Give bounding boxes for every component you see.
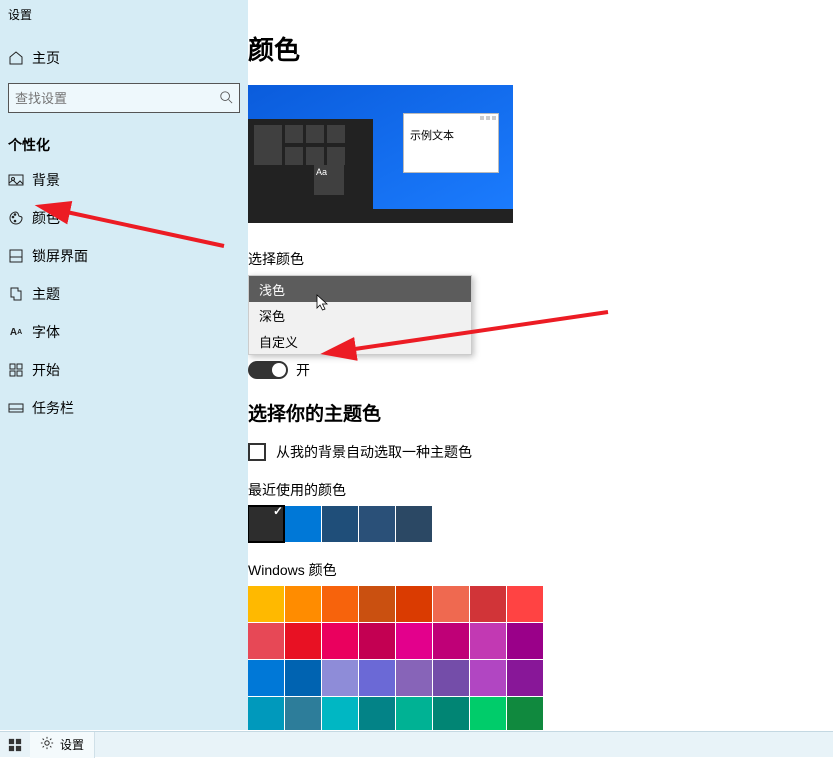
toggle-switch[interactable] <box>248 361 288 379</box>
palette-color-swatch[interactable] <box>248 697 284 730</box>
choose-color-label: 选择颜色 <box>248 249 833 269</box>
palette-color-swatch[interactable] <box>507 623 543 659</box>
palette-color-swatch[interactable] <box>359 660 395 696</box>
main-content: 颜色 示例文本 Aa 选择颜色 开 浅色 深色 自定义 <box>248 0 833 730</box>
palette-icon <box>8 210 24 226</box>
palette-color-swatch[interactable] <box>248 586 284 622</box>
palette-color-swatch[interactable] <box>285 623 321 659</box>
sidebar-item-label: 锁屏界面 <box>32 246 88 266</box>
palette-color-swatch[interactable] <box>396 697 432 730</box>
os-taskbar[interactable]: 设置 <box>0 731 833 757</box>
palette-color-swatch[interactable] <box>285 660 321 696</box>
picture-icon <box>8 172 24 188</box>
sidebar-item-label: 颜色 <box>32 208 60 228</box>
palette-color-swatch[interactable] <box>433 660 469 696</box>
sidebar-item-colors[interactable]: 颜色 <box>0 199 248 237</box>
dropdown-opt-dark[interactable]: 深色 <box>249 302 471 328</box>
preview-aa-tile: Aa <box>314 165 344 195</box>
palette-color-swatch[interactable] <box>248 623 284 659</box>
palette-color-swatch[interactable] <box>470 586 506 622</box>
palette-color-swatch[interactable] <box>285 586 321 622</box>
palette-color-swatch[interactable] <box>248 660 284 696</box>
settings-window: 设置 主页 个性化 背景 颜色 <box>0 0 833 730</box>
recent-colors-label: 最近使用的颜色 <box>248 480 833 500</box>
search-icon <box>219 90 233 107</box>
recent-color-swatch[interactable] <box>359 506 395 542</box>
preview-window: 示例文本 <box>403 113 499 173</box>
start-icon <box>8 362 24 378</box>
palette-color-swatch[interactable] <box>433 623 469 659</box>
recent-color-swatch[interactable] <box>248 506 284 542</box>
gear-icon <box>40 736 54 753</box>
palette-color-swatch[interactable] <box>322 623 358 659</box>
palette-color-swatch[interactable] <box>322 660 358 696</box>
sidebar-item-label: 主题 <box>32 284 60 304</box>
palette-color-swatch[interactable] <box>396 586 432 622</box>
palette-color-swatch[interactable] <box>507 586 543 622</box>
home-icon <box>8 50 24 66</box>
taskbar-app-label: 设置 <box>60 736 84 753</box>
sidebar-item-lockscreen[interactable]: 锁屏界面 <box>0 237 248 275</box>
lockscreen-icon <box>8 248 24 264</box>
transparency-toggle-row: 开 <box>248 360 310 380</box>
recent-colors-row <box>248 506 833 542</box>
nav-home-label: 主页 <box>32 48 60 68</box>
palette-color-swatch[interactable] <box>470 623 506 659</box>
auto-pick-checkbox[interactable] <box>248 443 266 461</box>
auto-pick-label: 从我的背景自动选取一种主题色 <box>276 442 472 462</box>
palette-color-swatch[interactable] <box>470 697 506 730</box>
dropdown-opt-custom[interactable]: 自定义 <box>249 328 471 354</box>
palette-color-swatch[interactable] <box>433 697 469 730</box>
auto-pick-row[interactable]: 从我的背景自动选取一种主题色 <box>248 442 833 462</box>
windows-colors-grid <box>248 586 833 730</box>
preview-sample-text: 示例文本 <box>404 124 498 146</box>
palette-color-swatch[interactable] <box>396 623 432 659</box>
recent-color-swatch[interactable] <box>396 506 432 542</box>
recent-color-swatch[interactable] <box>285 506 321 542</box>
search-input[interactable] <box>15 91 219 106</box>
nav-home[interactable]: 主页 <box>0 39 248 77</box>
font-icon: AA <box>8 324 24 340</box>
sidebar: 设置 主页 个性化 背景 颜色 <box>0 0 248 730</box>
recent-color-swatch[interactable] <box>322 506 358 542</box>
start-button[interactable] <box>0 732 30 758</box>
search-box[interactable] <box>8 83 240 113</box>
sidebar-item-label: 开始 <box>32 360 60 380</box>
palette-color-swatch[interactable] <box>433 586 469 622</box>
palette-color-swatch[interactable] <box>359 697 395 730</box>
accent-color-title: 选择你的主题色 <box>248 399 833 426</box>
taskbar-app-settings[interactable]: 设置 <box>30 732 95 758</box>
dropdown-opt-light[interactable]: 浅色 <box>249 276 471 302</box>
page-title: 颜色 <box>248 30 833 67</box>
sidebar-item-label: 背景 <box>32 170 60 190</box>
palette-color-swatch[interactable] <box>359 586 395 622</box>
palette-color-swatch[interactable] <box>285 697 321 730</box>
palette-color-swatch[interactable] <box>470 660 506 696</box>
palette-color-swatch[interactable] <box>507 660 543 696</box>
sidebar-category-label: 个性化 <box>0 123 248 161</box>
sidebar-item-themes[interactable]: 主题 <box>0 275 248 313</box>
palette-color-swatch[interactable] <box>322 697 358 730</box>
palette-color-swatch[interactable] <box>396 660 432 696</box>
palette-color-swatch[interactable] <box>507 697 543 730</box>
mouse-cursor <box>316 294 330 315</box>
palette-color-swatch[interactable] <box>322 586 358 622</box>
theme-icon <box>8 286 24 302</box>
sidebar-item-label: 字体 <box>32 322 60 342</box>
sidebar-item-fonts[interactable]: AA 字体 <box>0 313 248 351</box>
sidebar-item-background[interactable]: 背景 <box>0 161 248 199</box>
toggle-on-label: 开 <box>296 360 310 380</box>
sidebar-item-label: 任务栏 <box>32 398 74 418</box>
palette-color-swatch[interactable] <box>359 623 395 659</box>
sidebar-item-taskbar[interactable]: 任务栏 <box>0 389 248 427</box>
sidebar-item-start[interactable]: 开始 <box>0 351 248 389</box>
app-title: 设置 <box>0 3 248 39</box>
theme-preview: 示例文本 Aa <box>248 85 513 223</box>
color-mode-dropdown[interactable]: 浅色 深色 自定义 <box>248 275 472 355</box>
windows-colors-label: Windows 颜色 <box>248 560 833 580</box>
taskbar-icon <box>8 400 24 416</box>
